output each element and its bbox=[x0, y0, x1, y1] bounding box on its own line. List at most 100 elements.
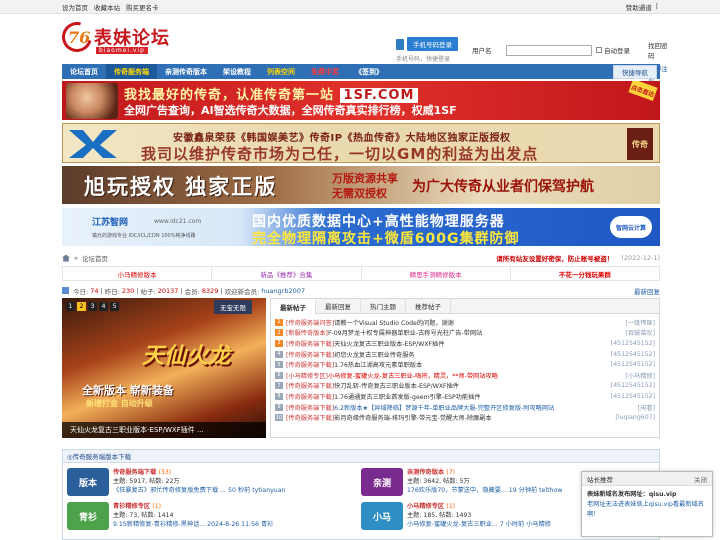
bookmark-link[interactable]: 收藏本站 bbox=[94, 2, 120, 12]
thread-category[interactable]: [传奇服务端下载] bbox=[286, 381, 334, 390]
nav-item-tutorial[interactable]: 架设教程 bbox=[215, 64, 259, 79]
ad-banner-license[interactable]: 安徽鑫泉荣获《韩国娱美艺》传奇IP《热血传奇》大陆地区独家正版授权 我司以维护传… bbox=[62, 123, 660, 163]
thread-author[interactable]: [4512545152] bbox=[607, 382, 655, 389]
thread-author[interactable]: [4512545152] bbox=[607, 340, 655, 347]
thread-author[interactable]: [4512545152] bbox=[607, 361, 655, 368]
site-logo[interactable]: 76 表妹论坛 biaomei.vip bbox=[56, 16, 184, 60]
tab-latest-replies[interactable]: 最新回复 bbox=[316, 299, 361, 313]
tab-recommended[interactable]: 推荐帖子 bbox=[406, 299, 451, 313]
thread-author[interactable]: [4512545152] bbox=[607, 351, 655, 358]
forum-name[interactable]: 亲测传奇版本 bbox=[407, 469, 444, 476]
find-password-link[interactable]: 找回密码 bbox=[648, 40, 672, 60]
buy-vip-link[interactable]: 购买更名卡 bbox=[126, 2, 159, 12]
thread-author[interactable]: [luqiang607] bbox=[611, 414, 655, 421]
thread-category[interactable]: [传奇服务端下载] bbox=[286, 350, 334, 359]
thread-title[interactable]: 快刀乱斩-传奇复古三职业版本-ESP/WXF插件 bbox=[334, 381, 459, 390]
thread-category[interactable]: [传奇服务端下载] bbox=[286, 339, 334, 348]
slide-page-2[interactable]: 2 bbox=[77, 302, 86, 311]
slide-page-1[interactable]: 1 bbox=[66, 302, 75, 311]
thread-title[interactable]: F-09月梦龙十权专属神器单职业-古称号光柱广告-带网站 bbox=[328, 328, 482, 337]
nav-item-signin[interactable]: 《签到》 bbox=[347, 64, 391, 79]
forum-last-post[interactable]: 小马修复-蜜罐火龙-复古三职业... 7 小时前 小马精修 bbox=[407, 520, 551, 529]
thread-row[interactable]: 5 [传奇服务端下载] 1.76热血江湖高攻元素单职版本 [4512545152] bbox=[275, 359, 655, 370]
thread-row[interactable]: 2 [新服传奇版本] F-09月梦龙十权专属神器单职业-古称号光柱广告-带网站 [吞鼓… bbox=[275, 328, 655, 339]
thread-title[interactable]: 请教一个Visual Studio Code的问题，谢谢 bbox=[334, 318, 454, 327]
thread-category[interactable]: [传奇服务端下载] bbox=[286, 392, 334, 401]
nav-item-home[interactable]: 论坛首页 bbox=[62, 64, 106, 79]
forum-icon[interactable]: 青衫 bbox=[67, 502, 109, 530]
forum-entry[interactable]: 版本 传奇服务端下载 (33) 主题: 5917, 帖数: 22万 《狂暴复古》邪忙传… bbox=[67, 468, 285, 496]
thread-category[interactable]: [小马精修专区] bbox=[286, 371, 328, 380]
thread-author[interactable]: [小马精修] bbox=[621, 371, 655, 380]
slide-page-3[interactable]: 3 bbox=[88, 302, 97, 311]
thread-row[interactable]: 4 [传奇服务端下载] 初您火龙复古三职业传奇服务 [4512545152] bbox=[275, 349, 655, 360]
ad-banner-jszw[interactable]: 江苏智网 www.idc21.com 镇允的游戏专业 IDC/ICL/CDN 1… bbox=[62, 208, 660, 246]
thread-row[interactable]: 7 [传奇服务端下载] 快刀乱斩-传奇复古三职业版本-ESP/WXF插件 [45125… bbox=[275, 381, 655, 392]
thread-category[interactable]: [传奇服务端下载] bbox=[286, 403, 334, 412]
thread-title[interactable]: 小马修复-蜜罐火龙-复古三职业-嗨将，精灵，**师-带网站攻略 bbox=[328, 371, 498, 380]
breadcrumb-home-link[interactable]: 论坛首页 bbox=[82, 253, 108, 263]
forum-name[interactable]: 小马精修专区 bbox=[407, 503, 444, 510]
forum-last-post[interactable]: 176欢乐版70，节蒙送中，隐藏要... 19 分钟前 telthow bbox=[407, 486, 562, 495]
thread-row[interactable]: 10 [传奇服务端下载] 影月奇缘传奇服务端-排玛引擎-带元宝-觉醒大师-除魔副本 [… bbox=[275, 412, 655, 423]
thread-author[interactable]: [一级悍匪] bbox=[621, 318, 655, 327]
thread-row[interactable]: 9 [传奇服务端下载] 6.2新版本★【异域降临】梦源千年-单职业品牌大服-完整开区… bbox=[275, 402, 655, 413]
thread-category[interactable]: [传奇服务端下载] bbox=[286, 413, 334, 422]
username-input[interactable] bbox=[506, 44, 592, 56]
quick-nav-button[interactable]: 快捷导航 bbox=[613, 64, 657, 79]
thread-row[interactable]: 6 [小马精修专区] 小马修复-蜜罐火龙-复古三职业-嗨将，精灵，**师-带网站攻略… bbox=[275, 370, 655, 381]
set-homepage-link[interactable]: 设为首页 bbox=[62, 2, 88, 12]
auto-login-checkbox[interactable]: 自动登录 bbox=[596, 45, 644, 55]
thread-row[interactable]: 1 [传奇服务端问答] 请教一个Visual Studio Code的问题，谢谢 [一… bbox=[275, 317, 655, 328]
quick-link-3[interactable]: 精思手测精修版本 bbox=[362, 267, 511, 280]
thread-title[interactable]: 影月奇缘传奇服务端-排玛引擎-带元宝-觉醒大师-除魔副本 bbox=[334, 413, 491, 422]
thread-author[interactable]: [闲看] bbox=[634, 403, 655, 412]
forum-entry[interactable]: 亲测 亲测传奇版本 (7) 主题: 3642, 帖数: 5万 176欢乐版70，节蒙送… bbox=[361, 468, 562, 496]
sponsor-link[interactable]: 赞助通道 bbox=[626, 2, 652, 12]
thread-title[interactable]: 6.2新版本★【异域降临】梦源千年-单职业品牌大服-完整开区修复版-附攻略网站 bbox=[334, 403, 554, 412]
tab-latest-threads[interactable]: 最新帖子 bbox=[271, 299, 316, 315]
thread-category[interactable]: [传奇服务端下载] bbox=[286, 360, 334, 369]
popup-line2[interactable]: 老网址无法进表妹就上qisu.vip看最新域名啊！ bbox=[587, 500, 707, 520]
forum-icon[interactable]: 版本 bbox=[67, 468, 109, 496]
thread-title[interactable]: 1.76通通复古三职业首发版-geem引擎-ESP功能插件 bbox=[334, 392, 480, 401]
forum-last-post[interactable]: 9.15新精修复-青衫精修-黑神话... 2024-8-26 11:56 青衫 bbox=[113, 520, 273, 529]
phone-login-button[interactable]: 手机号码登录 bbox=[407, 37, 458, 51]
home-icon[interactable] bbox=[62, 254, 70, 262]
thread-title[interactable]: 天仙火龙复古三职业版本-ESP/WXF插件 bbox=[334, 339, 444, 348]
forum-entry[interactable]: 小马 小马精修专区 (1) 主题: 185, 帖数: 1493 小马修复-蜜罐火龙-复… bbox=[361, 502, 551, 530]
quick-link-1[interactable]: 小马精修版本 bbox=[63, 267, 213, 280]
popup-close-button[interactable]: 关闭 bbox=[694, 474, 707, 484]
forum-icon[interactable]: 小马 bbox=[361, 502, 403, 530]
ad-banner-1sf[interactable]: 我找最好的传奇，认准传奇第一站 1SF.COM 全网广告查询，AI智选传奇大数据… bbox=[62, 81, 660, 120]
thread-row[interactable]: 8 [传奇服务端下载] 1.76通通复古三职业首发版-geem引擎-ESP功能插件 [… bbox=[275, 391, 655, 402]
slide-page-4[interactable]: 4 bbox=[99, 302, 108, 311]
thread-category[interactable]: [传奇服务端问答] bbox=[286, 318, 334, 327]
forum-entry[interactable]: 青衫 青衫精修专区 (1) 主题: 73, 帖数: 1414 9.15新精修复-青衫精… bbox=[67, 502, 273, 530]
thread-title[interactable]: 1.76热血江湖高攻元素单职版本 bbox=[334, 360, 422, 369]
forum-name[interactable]: 青衫精修专区 bbox=[113, 503, 150, 510]
ad-banner-xuwan[interactable]: 旭玩授权 独家正版 万版资源共享 无需双授权 为广大传奇从业者们保驾护航 bbox=[62, 166, 660, 204]
forum-name[interactable]: 传奇服务端下载 bbox=[113, 469, 156, 476]
tab-hot-topics[interactable]: 热门主题 bbox=[361, 299, 406, 313]
latest-replies-link[interactable]: 最新回复 bbox=[634, 286, 660, 296]
security-notice[interactable]: 请所有站友设置好密保，防止账号被盗！ bbox=[496, 253, 613, 263]
newest-member-link[interactable]: huangrb2007 bbox=[261, 287, 305, 295]
nav-item-lottery[interactable]: 免费中奖 bbox=[303, 64, 347, 79]
slide-page-5[interactable]: 5 bbox=[110, 302, 119, 311]
quick-link-2[interactable]: 新品《推荐》合集 bbox=[212, 267, 362, 280]
forum-icon[interactable]: 亲测 bbox=[361, 468, 403, 496]
thread-author[interactable]: [吞鼓菜叹] bbox=[621, 328, 655, 337]
nav-item-tested[interactable]: 亲测传奇版本 bbox=[157, 64, 215, 79]
thread-row[interactable]: 3 [传奇服务端下载] 天仙火龙复古三职业版本-ESP/WXF插件 [45125451… bbox=[275, 338, 655, 349]
nav-item-list[interactable]: 列表空间 bbox=[259, 64, 303, 79]
nav-item-server[interactable]: 传奇服务端 bbox=[106, 64, 157, 79]
thread-title[interactable]: 初您火龙复古三职业传奇服务 bbox=[334, 350, 414, 359]
slide-caption[interactable]: 天仙火龙复古三职业版本-ESP/WXF插件 ... bbox=[62, 422, 266, 438]
forum-last-post[interactable]: 《狂暴复古》邪忙传奇修复版免费下载 ... 50 秒前 tytianyuan bbox=[113, 486, 285, 495]
popup-line1[interactable]: 表妹新域名发布网址：qisu.vip bbox=[587, 490, 707, 500]
thread-author[interactable]: [4512545152] bbox=[607, 393, 655, 400]
quick-link-4[interactable]: 不花一分钱玩果群 bbox=[511, 267, 659, 280]
thread-category[interactable]: [新服传奇版本] bbox=[286, 328, 328, 337]
image-slideshow[interactable]: 1 2 3 4 5 无宝无限 天仙火龙 全新版本 崭新装备 新增打金 自动升级 … bbox=[62, 298, 266, 438]
